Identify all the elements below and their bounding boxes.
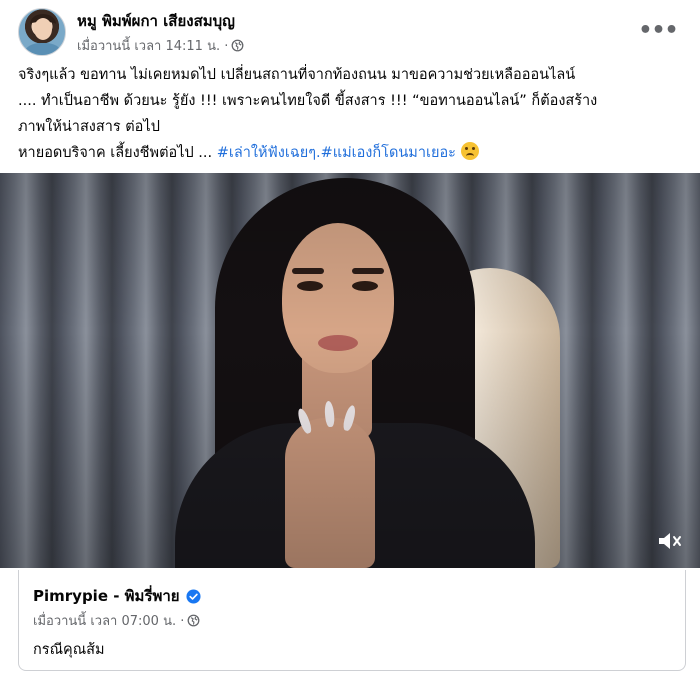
worried-face-emoji — [460, 142, 479, 160]
video-player[interactable] — [0, 173, 700, 568]
post-text-line: .... ทำเป็นอาชีพ ด้วยนะ รู้ยัง !!! เพราะ… — [18, 93, 598, 109]
hashtag-link[interactable]: #แม่เองก็โดนมาเยอะ — [321, 145, 456, 161]
shared-post-text: กรณีคุณส้ม — [33, 642, 105, 658]
post-meta: เมื่อวานนี้ เวลา 14:11 น. · — [77, 35, 244, 56]
globe-icon[interactable] — [231, 39, 244, 52]
post-text-line: ภาพให้น่าสงสาร ต่อไป — [18, 119, 160, 135]
globe-icon[interactable] — [187, 614, 200, 627]
author-name[interactable]: หมู พิมพ์ผกา เสียงสมบุญ — [77, 9, 235, 33]
more-options-icon[interactable]: ••• — [638, 16, 678, 44]
post-text-last-line: หายอดบริจาค เลี้ยงชีพต่อไป ... #เล่าให้ฟ… — [18, 140, 688, 166]
post-text-line: จริงๆแล้ว ขอทาน ไม่เคยหมดไป เปลี่ยนสถานท… — [18, 67, 576, 83]
verified-badge-icon — [186, 588, 201, 604]
shared-author-row: Pimrypie - พิมรี่พาย — [33, 584, 201, 608]
shared-post-timestamp[interactable]: เมื่อวานนี้ เวลา 07:00 น. · — [33, 610, 184, 631]
speaker-muted-icon[interactable] — [655, 528, 685, 554]
post-text-segment: หายอดบริจาค เลี้ยงชีพต่อไป ... — [18, 145, 213, 161]
video-shade — [0, 173, 700, 568]
shared-author-name[interactable]: Pimrypie - พิมรี่พาย — [33, 584, 180, 608]
shared-post-meta: เมื่อวานนี้ เวลา 07:00 น. · — [33, 610, 200, 631]
hashtag-link[interactable]: #เล่าให้ฟังเฉยๆ. — [217, 145, 321, 161]
post-timestamp[interactable]: เมื่อวานนี้ เวลา 14:11 น. · — [77, 35, 228, 56]
post-header: หมู พิมพ์ผกา เสียงสมบุญ เมื่อวานนี้ เวลา… — [0, 0, 700, 62]
shared-post-card[interactable]: Pimrypie - พิมรี่พาย เมื่อวานนี้ เวลา 07… — [18, 570, 686, 671]
post-body: จริงๆแล้ว ขอทาน ไม่เคยหมดไป เปลี่ยนสถานท… — [18, 62, 688, 166]
author-avatar[interactable] — [18, 8, 66, 56]
